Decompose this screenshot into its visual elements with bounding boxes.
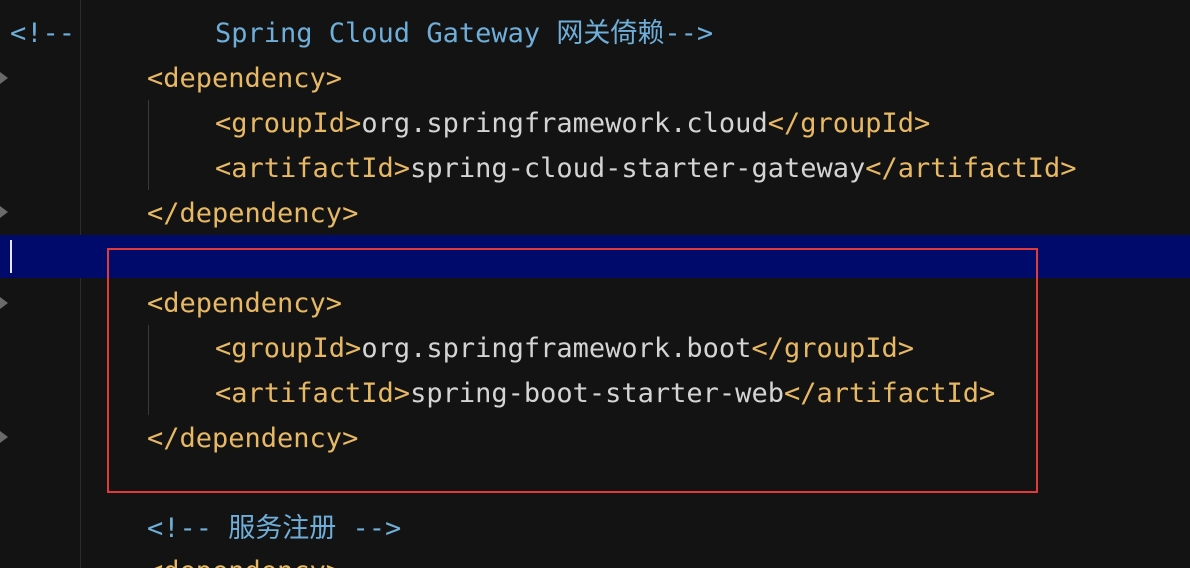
gutter-divider [80,0,81,568]
dependency-close-tag: </dependency> [147,423,359,454]
artifact-id-line: <artifactId>spring-cloud-starter-gateway… [215,146,1077,191]
group-id-line: <groupId>org.springframework.cloud</grou… [215,101,930,146]
dependency-open-tag: <dependency> [147,549,342,568]
comment-gateway-dependency: Spring Cloud Gateway 网关倚赖--> [215,18,714,49]
group-id-value: org.springframework.cloud [361,108,768,139]
group-id-close-tag: </groupId> [751,333,915,364]
artifact-id-close-tag: </artifactId> [783,378,996,409]
code-editor[interactable]: <!-- Spring Cloud Gateway 网关倚赖--> <depen… [0,0,1190,568]
dependency-close-tag: </dependency> [147,198,359,229]
fold-marker-icon[interactable] [0,72,8,84]
dependency-open-tag: <dependency> [147,288,343,319]
group-id-open-tag: <groupId> [215,108,362,139]
group-id-line: <groupId>org.springframework.boot</group… [215,326,914,371]
group-id-value: org.springframework.boot [361,333,752,364]
artifact-id-line: <artifactId>spring-boot-starter-web</art… [215,371,995,416]
group-id-close-tag: </groupId> [767,108,931,139]
artifact-id-close-tag: </artifactId> [865,153,1077,184]
current-line-highlight [0,235,1190,278]
fold-marker-icon[interactable] [0,431,8,443]
artifact-id-open-tag: <artifactId> [215,378,411,409]
artifact-id-open-tag: <artifactId> [215,153,411,184]
artifact-id-value: spring-cloud-starter-gateway [410,153,866,184]
indent-guide [148,100,149,190]
comment-open-marker: <!-- [10,18,76,49]
indent-guide [148,325,149,415]
artifact-id-value: spring-boot-starter-web [410,378,784,409]
text-caret [10,240,12,273]
fold-marker-icon[interactable] [0,206,8,218]
fold-marker-icon[interactable] [0,297,8,309]
group-id-open-tag: <groupId> [215,333,362,364]
dependency-open-tag: <dependency> [147,63,343,94]
comment-service-registration: <!-- 服务注册 --> [147,513,402,544]
